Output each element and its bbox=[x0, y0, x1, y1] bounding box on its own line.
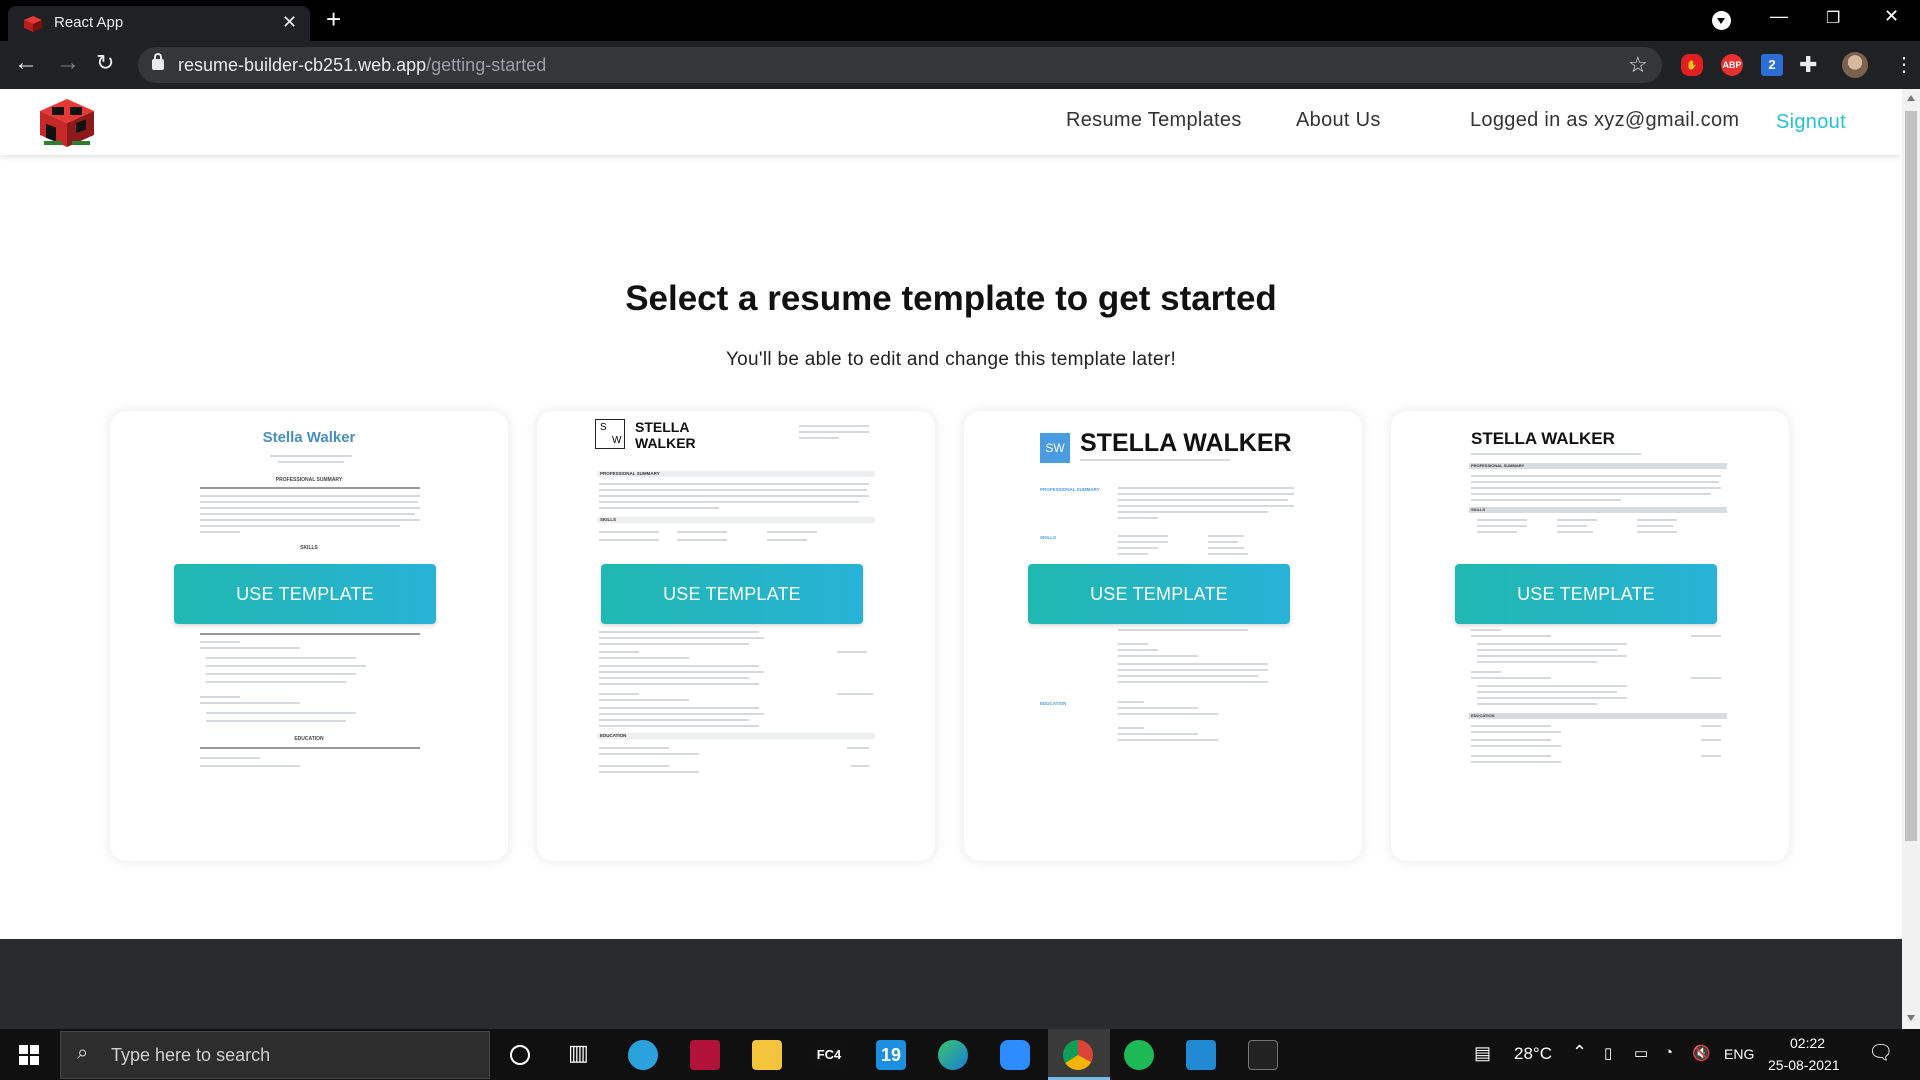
resume-section-title: SKILLS bbox=[600, 517, 617, 522]
use-template-button[interactable]: USE TEMPLATE bbox=[1028, 564, 1290, 624]
use-template-button[interactable]: USE TEMPLATE bbox=[1455, 564, 1717, 624]
resume-section-title: EDUCATION bbox=[600, 733, 627, 738]
wifi-icon[interactable]: ◔ bbox=[1664, 1044, 1673, 1061]
volume-mute-icon[interactable]: 🔇 bbox=[1692, 1044, 1711, 1062]
resume-section-title: EDUCATION bbox=[294, 736, 324, 742]
resume-preview: Stella Walker PROFESSIONAL SUMMARY SKILL… bbox=[110, 411, 508, 861]
clock-time[interactable]: 02:22 bbox=[1790, 1035, 1825, 1051]
resume-name: STELLA WALKER bbox=[1080, 429, 1292, 457]
weather-icon[interactable]: ▤ bbox=[1474, 1043, 1491, 1064]
browser-tab-strip: React App ✕ + — ❐ ✕ bbox=[0, 0, 1920, 41]
close-window-icon[interactable]: ✕ bbox=[1884, 6, 1899, 27]
terminal-icon[interactable] bbox=[1248, 1040, 1278, 1070]
resume-section-title: PROFESSIONAL SUMMARY bbox=[1471, 463, 1525, 468]
browser-tab[interactable]: React App ✕ bbox=[8, 6, 310, 41]
template-card-1[interactable]: Stella Walker PROFESSIONAL SUMMARY SKILL… bbox=[110, 411, 508, 861]
resume-section-title: SKILLS bbox=[300, 545, 318, 551]
vivaldi-icon[interactable] bbox=[690, 1040, 720, 1070]
resume-section-title: EDUCATION bbox=[1040, 701, 1067, 706]
tab-title: React App bbox=[54, 14, 124, 31]
telegram-icon[interactable] bbox=[628, 1040, 658, 1070]
use-template-button[interactable]: USE TEMPLATE bbox=[601, 564, 863, 624]
resume-section-title: EDUCATION bbox=[1471, 713, 1495, 718]
extensions-puzzle-icon[interactable]: ✚ bbox=[1799, 52, 1817, 78]
initials-box: S W bbox=[595, 419, 625, 449]
url-text: resume-builder-cb251.web.app/getting-sta… bbox=[178, 55, 547, 75]
scroll-thumb[interactable] bbox=[1905, 111, 1917, 841]
vscode-icon[interactable] bbox=[1186, 1040, 1216, 1070]
page-scrollbar[interactable] bbox=[1902, 89, 1920, 1029]
clock-date[interactable]: 25-08-2021 bbox=[1768, 1057, 1840, 1073]
lock-icon bbox=[152, 53, 164, 70]
restore-icon[interactable]: ❐ bbox=[1826, 8, 1840, 28]
site-logo[interactable] bbox=[38, 97, 96, 149]
resume-section-title: SKILLS bbox=[1471, 507, 1486, 512]
bookmark-star-icon[interactable]: ☆ bbox=[1628, 52, 1648, 78]
site-navbar: Resume Templates About Us Logged in as x… bbox=[0, 89, 1902, 155]
spotify-icon[interactable] bbox=[1124, 1040, 1154, 1070]
task-view-icon[interactable]: ▥ bbox=[568, 1040, 589, 1066]
browser-toolbar: ← → ↻ resume-builder-cb251.web.app/getti… bbox=[0, 41, 1920, 89]
logged-in-status: Logged in as xyz@gmail.com bbox=[1470, 109, 1740, 131]
signout-link[interactable]: Signout bbox=[1776, 111, 1846, 134]
close-tab-icon[interactable]: ✕ bbox=[282, 12, 297, 33]
reload-icon[interactable]: ↻ bbox=[96, 51, 114, 75]
site-footer bbox=[0, 939, 1902, 1029]
tray-chevron-icon[interactable]: ⌃ bbox=[1572, 1042, 1587, 1063]
windows-start-icon[interactable] bbox=[19, 1045, 39, 1065]
resume-section-title: PROFESSIONAL SUMMARY bbox=[275, 477, 343, 483]
resume-section-title: SKILLS bbox=[1040, 535, 1057, 540]
template-card-4[interactable]: STELLA WALKER PROFESSIONAL SUMMARY SKILL… bbox=[1391, 411, 1789, 861]
cortana-icon[interactable] bbox=[510, 1045, 530, 1065]
zoom-icon[interactable] bbox=[1000, 1040, 1030, 1070]
resume-name: STELLA WALKER bbox=[1471, 429, 1615, 448]
network-device-icon[interactable]: ▯ bbox=[1604, 1044, 1612, 1062]
scroll-up-icon[interactable] bbox=[1907, 95, 1915, 101]
fc4-icon[interactable]: FC4 bbox=[814, 1040, 844, 1070]
search-icon: ⌕ bbox=[77, 1042, 89, 1064]
new-tab-icon[interactable]: + bbox=[326, 6, 341, 32]
battery-icon[interactable]: ▭ bbox=[1634, 1044, 1648, 1062]
resume-section-title: PROFESSIONAL SUMMARY bbox=[1040, 487, 1100, 492]
nineteen-icon[interactable]: 19 bbox=[876, 1040, 906, 1070]
search-placeholder: Type here to search bbox=[111, 1045, 271, 1065]
tab-search-icon[interactable] bbox=[1712, 11, 1731, 30]
taskbar-search-box[interactable]: ⌕ Type here to search bbox=[60, 1031, 490, 1079]
address-bar[interactable]: resume-builder-cb251.web.app/getting-sta… bbox=[138, 47, 1662, 83]
language-indicator[interactable]: ENG bbox=[1724, 1046, 1754, 1062]
app-favicon-icon bbox=[24, 16, 42, 32]
use-template-button[interactable]: USE TEMPLATE bbox=[174, 564, 436, 624]
page-viewport: Resume Templates About Us Logged in as x… bbox=[0, 89, 1902, 1029]
initials-badge: SW bbox=[1040, 433, 1070, 463]
weather-temperature[interactable]: 28°C bbox=[1514, 1044, 1552, 1064]
resume-section-title: PROFESSIONAL SUMMARY bbox=[600, 471, 660, 476]
notifications-icon[interactable]: 🗨 bbox=[1868, 1040, 1893, 1065]
edge-icon[interactable] bbox=[938, 1040, 968, 1070]
template-card-2[interactable]: S W STELLA WALKER PROFESSIONAL SUMMARY S… bbox=[537, 411, 935, 861]
adblock-extension-icon[interactable]: ABP bbox=[1721, 54, 1743, 76]
profile-avatar[interactable] bbox=[1842, 52, 1868, 78]
back-icon[interactable]: ← bbox=[14, 51, 38, 75]
forward-icon[interactable]: → bbox=[56, 51, 80, 75]
nav-resume-templates[interactable]: Resume Templates bbox=[1066, 109, 1242, 132]
resume-preview: SW STELLA WALKER PROFESSIONAL SUMMARY SK… bbox=[964, 411, 1362, 861]
page-title: Select a resume template to get started bbox=[625, 279, 1277, 318]
chrome-icon[interactable] bbox=[1063, 1040, 1093, 1070]
template-card-3[interactable]: SW STELLA WALKER PROFESSIONAL SUMMARY SK… bbox=[964, 411, 1362, 861]
resume-preview: STELLA WALKER PROFESSIONAL SUMMARY SKILL… bbox=[1391, 411, 1789, 861]
minimize-icon[interactable]: — bbox=[1770, 6, 1788, 27]
scroll-down-icon[interactable] bbox=[1907, 1015, 1915, 1021]
file-explorer-icon[interactable] bbox=[752, 1040, 782, 1070]
menu-kebab-icon[interactable]: ⋮ bbox=[1894, 52, 1914, 77]
badge-extension-icon[interactable]: 2 bbox=[1761, 54, 1783, 76]
shield-extension-icon[interactable]: ✋ bbox=[1681, 54, 1703, 76]
resume-name: Stella Walker bbox=[262, 429, 356, 446]
resume-name: STELLA WALKER bbox=[635, 419, 696, 451]
resume-preview: S W STELLA WALKER PROFESSIONAL SUMMARY S… bbox=[537, 411, 935, 861]
page-subtitle: You'll be able to edit and change this t… bbox=[725, 349, 1177, 370]
nav-about-us[interactable]: About Us bbox=[1296, 109, 1381, 132]
